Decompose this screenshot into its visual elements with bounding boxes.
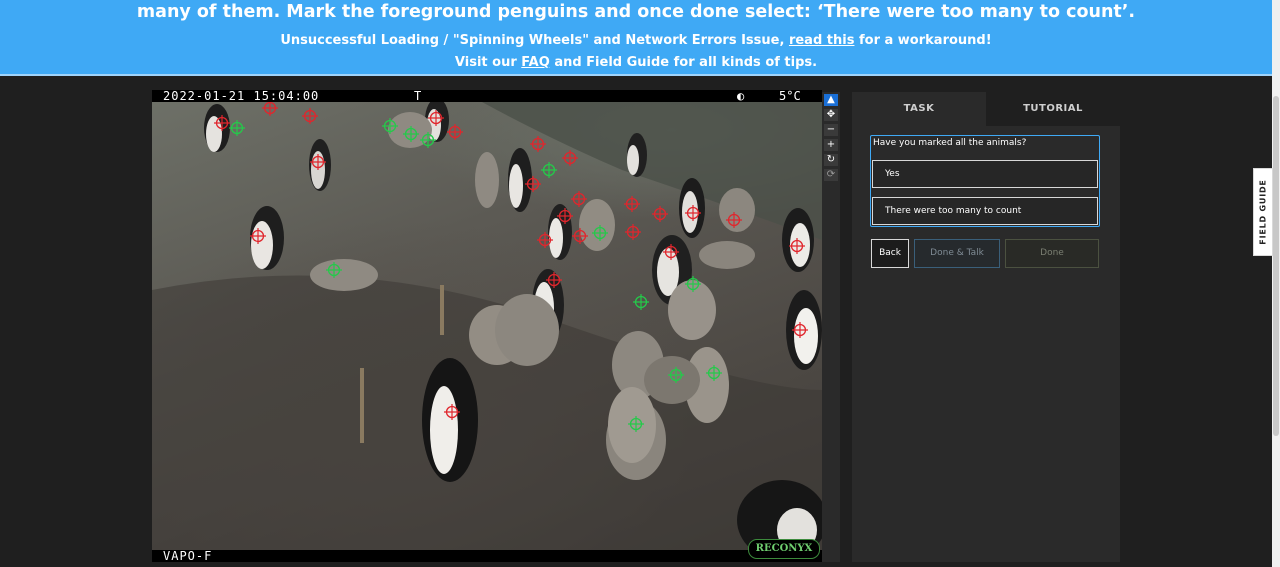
task-question: Have you marked all the animals? (873, 138, 1027, 148)
capture-timestamp: 2022-01-21 15:04:00 (163, 90, 320, 103)
adult-marker[interactable] (652, 206, 668, 222)
adult-marker[interactable] (685, 205, 701, 221)
reconyx-logo: RECONYX (748, 539, 820, 559)
field-guide-label: FIELD GUIDE (1258, 179, 1268, 245)
banner-loading-notice: Unsuccessful Loading / "Spinning Wheels"… (0, 33, 1272, 48)
question-box: Have you marked all the animals? Yes The… (870, 135, 1100, 227)
answer-too-many[interactable]: There were too many to count (872, 197, 1098, 225)
faq-link[interactable]: FAQ (521, 55, 550, 70)
banner-faq-suffix: and Field Guide for all kinds of tips. (549, 55, 818, 70)
banner-faq-notice: Visit our FAQ and Field Guide for all ki… (0, 55, 1272, 70)
adult-marker[interactable] (444, 404, 460, 420)
chick-marker[interactable] (403, 126, 419, 142)
chick-marker[interactable] (420, 132, 436, 148)
adult-marker[interactable] (214, 115, 230, 131)
chick-marker[interactable] (382, 118, 398, 134)
adult-marker[interactable] (310, 154, 326, 170)
chick-marker[interactable] (668, 367, 684, 383)
task-panel: TASK TUTORIAL Have you marked all the an… (852, 92, 1120, 562)
subject-viewer[interactable]: 2022-01-21 15:04:00 T ◐ 5°C VAPO-F RECON… (152, 90, 822, 562)
chick-marker[interactable] (685, 276, 701, 292)
adult-marker[interactable] (530, 136, 546, 152)
task-tabs: TASK TUTORIAL (852, 92, 1120, 126)
field-guide-tab[interactable]: FIELD GUIDE (1253, 168, 1273, 256)
adult-marker[interactable] (250, 228, 266, 244)
banner-faq-text: Visit our (454, 55, 522, 70)
chick-marker[interactable] (229, 120, 245, 136)
zoom-out-tool[interactable]: − (824, 124, 838, 136)
read-this-link[interactable]: read this (789, 33, 855, 48)
adult-marker[interactable] (546, 272, 562, 288)
adult-marker[interactable] (792, 322, 808, 338)
adult-marker[interactable] (562, 150, 578, 166)
adult-marker[interactable] (537, 232, 553, 248)
rotate-icon: ↻ (826, 154, 836, 165)
camera-id-strip: VAPO-F (152, 550, 822, 562)
move-icon: ✥ (826, 109, 836, 120)
banner-loading-text: Unsuccessful Loading / "Spinning Wheels"… (280, 33, 789, 48)
penguin-scene (152, 98, 822, 562)
reset-icon: ⟳ (826, 169, 836, 180)
cursor-icon: ▲ (827, 94, 835, 105)
adult-marker[interactable] (572, 228, 588, 244)
adult-marker[interactable] (447, 124, 463, 140)
done-button[interactable]: Done (1005, 239, 1099, 268)
chick-marker[interactable] (592, 225, 608, 241)
reset-tool[interactable]: ⟳ (824, 169, 838, 181)
adult-marker[interactable] (557, 208, 573, 224)
banner-loading-suffix: for a workaround! (854, 33, 992, 48)
chick-marker[interactable] (541, 162, 557, 178)
adult-marker[interactable] (663, 244, 679, 260)
adult-marker[interactable] (625, 224, 641, 240)
tab-task[interactable]: TASK (852, 92, 986, 126)
chick-marker[interactable] (633, 294, 649, 310)
adult-marker[interactable] (726, 212, 742, 228)
back-button[interactable]: Back (871, 239, 909, 268)
minus-icon: − (826, 124, 836, 135)
adult-marker[interactable] (624, 196, 640, 212)
chick-marker[interactable] (706, 365, 722, 381)
adult-marker[interactable] (571, 191, 587, 207)
adult-marker[interactable] (428, 110, 444, 126)
done-and-talk-button[interactable]: Done & Talk (914, 239, 1000, 268)
image-toolbar: ▲ ✥ − + ↻ ⟳ (822, 92, 840, 562)
page-scrollbar[interactable] (1272, 0, 1280, 567)
rotate-tool[interactable]: ↻ (824, 154, 838, 166)
banner-headline: many of them. Mark the foreground pengui… (136, 2, 1136, 22)
adult-marker[interactable] (302, 108, 318, 124)
chick-marker[interactable] (326, 262, 342, 278)
zoom-in-tool[interactable]: + (824, 139, 838, 151)
pointer-tool[interactable]: ▲ (824, 94, 838, 106)
adult-marker[interactable] (525, 176, 541, 192)
announcement-banner: many of them. Mark the foreground pengui… (0, 0, 1272, 76)
trigger-mark: T (414, 90, 422, 103)
answer-yes[interactable]: Yes (872, 160, 1098, 188)
chick-marker[interactable] (628, 416, 644, 432)
plus-icon: + (826, 139, 836, 150)
camera-info-strip: 2022-01-21 15:04:00 T ◐ 5°C (152, 90, 822, 102)
camera-id: VAPO-F (163, 549, 213, 562)
adult-marker[interactable] (789, 238, 805, 254)
tab-tutorial[interactable]: TUTORIAL (986, 92, 1120, 126)
pan-tool[interactable]: ✥ (824, 109, 838, 121)
scrollbar-thumb[interactable] (1273, 96, 1279, 436)
moon-phase-icon: ◐ (737, 90, 745, 103)
temperature-readout: 5°C (779, 90, 801, 103)
camera-trap-photo[interactable] (152, 90, 822, 562)
